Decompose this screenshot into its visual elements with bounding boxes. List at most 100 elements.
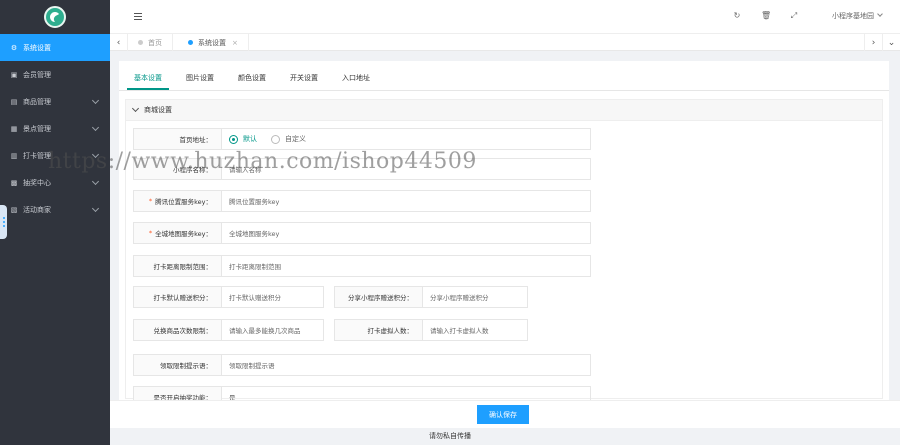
field-redeem-tip: 领取限制提示语： 领取限制提示语: [133, 354, 591, 376]
confirm-save-button[interactable]: 确认保存: [477, 405, 529, 424]
chevron-down-icon: [91, 96, 100, 105]
tab-entry-address[interactable]: 入口地址: [342, 73, 370, 83]
trash-icon[interactable]: 🗑︎: [761, 11, 771, 21]
cart-icon: ▤: [10, 97, 18, 106]
tab-home[interactable]: 首页: [128, 34, 173, 51]
close-icon[interactable]: ×: [232, 39, 238, 47]
copyright-text: 请勿私自传播: [429, 432, 471, 440]
tab-image-settings[interactable]: 图片设置: [186, 73, 214, 83]
home-address-options: 默认 自定义: [222, 129, 590, 149]
sidebar-item-checkin[interactable]: ▥ 打卡管理: [0, 142, 110, 169]
exchange-limit-input[interactable]: 请输入最多能换几次商品: [222, 320, 323, 340]
chevron-down-icon[interactable]: [877, 11, 883, 17]
tab-status-dot: [188, 40, 193, 45]
radio-default[interactable]: 默认: [229, 134, 257, 144]
field-extra: 是否开启抽奖功能： 是: [133, 386, 591, 400]
tabs-scroll-left-icon[interactable]: ‹: [110, 34, 128, 51]
mch-key-input[interactable]: 全城地图服务key: [222, 223, 590, 243]
field-wechat-name: 小程序名称： 请输入名称: [133, 158, 591, 180]
field-share-points: 分享小程序赠送积分： 分享小程序赠送积分: [334, 286, 528, 308]
field-label: * 全城地图服务key：: [134, 223, 222, 243]
sidebar-drag-handle[interactable]: [0, 205, 7, 239]
wechat-name-input[interactable]: 请输入名称: [222, 159, 590, 179]
field-mch-key: * 全城地图服务key： 全城地图服务key: [133, 222, 591, 244]
sidebar-item-scenic-spots[interactable]: ▦ 景点管理: [0, 115, 110, 142]
menu-toggle-icon[interactable]: [134, 13, 142, 20]
page-tab-bar: ‹ 首页 系统设置 × › ⌄: [110, 34, 900, 51]
field-label: 打卡默认赠送积分：: [134, 287, 222, 307]
field-label: 兑换商品次数限制：: [134, 320, 222, 340]
field-label: 分享小程序赠送积分：: [335, 287, 423, 307]
tab-label: 系统设置: [198, 38, 226, 47]
required-mark: *: [148, 197, 153, 205]
field-label: 打卡距离限制范围：: [134, 256, 222, 276]
radio-checked-icon: [229, 134, 238, 144]
tab-switch-settings[interactable]: 开关设置: [290, 73, 318, 83]
chevron-down-icon: [91, 204, 100, 213]
radio-label: 自定义: [285, 135, 306, 143]
field-checkin-range: 打卡距离限制范围： 打卡距离限制范围: [133, 255, 591, 277]
tab-color-settings[interactable]: 颜色设置: [238, 73, 266, 83]
app-root: ⚙ 系统设置 ▣ 会员管理 ▤ 商品管理 ▦ 景点管理 ▥ 打卡管理 ▩ 抽奖中…: [0, 0, 900, 445]
sidebar-item-label: 景点管理: [23, 124, 51, 133]
sidebar: ⚙ 系统设置 ▣ 会员管理 ▤ 商品管理 ▦ 景点管理 ▥ 打卡管理 ▩ 抽奖中…: [0, 0, 110, 445]
tab-basic-settings[interactable]: 基本设置: [134, 73, 162, 83]
radio-unchecked-icon: [271, 134, 280, 144]
required-mark: *: [148, 229, 153, 237]
refresh-icon[interactable]: ↻: [732, 11, 742, 21]
checkin-range-input[interactable]: 打卡距离限制范围: [222, 256, 590, 276]
field-virtual-count: 打卡虚拟人数： 请输入打卡虚拟人数: [334, 319, 528, 341]
user-icon: ▣: [10, 70, 18, 79]
sidebar-item-lottery[interactable]: ▩ 抽奖中心: [0, 169, 110, 196]
settings-card: 基本设置 图片设置 颜色设置 开关设置 入口地址 商城设置 首页地址： 默认 自…: [119, 61, 889, 400]
virtual-count-input[interactable]: 请输入打卡虚拟人数: [423, 320, 527, 340]
chevron-down-icon: [91, 123, 100, 132]
mall-settings-section: 商城设置 首页地址： 默认 自定义 小程序名称： 请输入名称 * 腾讯位置服务k…: [125, 99, 883, 400]
top-header: ↻ 🗑︎ ⤢ 小程序基地园: [110, 0, 900, 34]
fullscreen-icon[interactable]: ⤢: [789, 11, 799, 21]
chevron-down-icon: [131, 104, 140, 113]
redeem-tip-input[interactable]: 领取限制提示语: [222, 355, 590, 375]
sidebar-item-label: 系统设置: [23, 43, 51, 52]
logo[interactable]: [0, 0, 110, 34]
section-title: 商城设置: [144, 106, 172, 114]
gears-icon: ⚙: [10, 43, 18, 52]
tab-label: 首页: [148, 38, 162, 47]
field-exchange-limit: 兑换商品次数限制： 请输入最多能换几次商品: [133, 319, 324, 341]
sidebar-item-label: 会员管理: [23, 70, 51, 79]
checkin-points-input[interactable]: 打卡默认赠送积分: [222, 287, 323, 307]
field-label: 领取限制提示语：: [134, 355, 222, 375]
user-menu[interactable]: 小程序基地园: [832, 11, 874, 21]
sidebar-item-products[interactable]: ▤ 商品管理: [0, 88, 110, 115]
tab-system-settings[interactable]: 系统设置 ×: [178, 34, 249, 51]
field-checkin-points: 打卡默认赠送积分： 打卡默认赠送积分: [133, 286, 324, 308]
chevron-down-icon: [91, 150, 100, 159]
settings-tabs: 基本设置 图片设置 颜色设置 开关设置 入口地址: [119, 61, 889, 91]
map-key-input[interactable]: 腾讯位置服务key: [222, 191, 590, 211]
sidebar-item-merchants[interactable]: ▧ 活动商家: [0, 196, 110, 223]
tabs-more-icon[interactable]: ⌄: [882, 34, 900, 51]
sidebar-item-system-settings[interactable]: ⚙ 系统设置: [0, 34, 110, 61]
share-points-input[interactable]: 分享小程序赠送积分: [423, 287, 527, 307]
store-icon: ▧: [10, 205, 18, 214]
tabs-scroll-right-icon[interactable]: ›: [864, 34, 882, 51]
field-label: 打卡虚拟人数：: [335, 320, 423, 340]
brand-logo-icon: [44, 6, 66, 28]
form-footer: 确认保存: [110, 400, 900, 428]
sidebar-item-members[interactable]: ▣ 会员管理: [0, 61, 110, 88]
section-header[interactable]: 商城设置: [126, 100, 882, 121]
grid-icon: ▦: [10, 124, 18, 133]
field-map-key: * 腾讯位置服务key： 腾讯位置服务key: [133, 190, 591, 212]
radio-label: 默认: [243, 135, 257, 143]
sidebar-item-label: 商品管理: [23, 97, 51, 106]
field-label: * 腾讯位置服务key：: [134, 191, 222, 211]
extra-input[interactable]: 是: [222, 387, 590, 400]
field-label: 首页地址：: [134, 129, 222, 149]
gift-icon: ▩: [10, 178, 18, 187]
active-tab-indicator: [127, 88, 169, 90]
radio-custom[interactable]: 自定义: [271, 134, 306, 144]
sidebar-item-label: 活动商家: [23, 205, 51, 214]
sidebar-item-label: 抽奖中心: [23, 178, 51, 187]
field-home-address: 首页地址： 默认 自定义: [133, 128, 591, 150]
bank-icon: ▥: [10, 151, 18, 160]
